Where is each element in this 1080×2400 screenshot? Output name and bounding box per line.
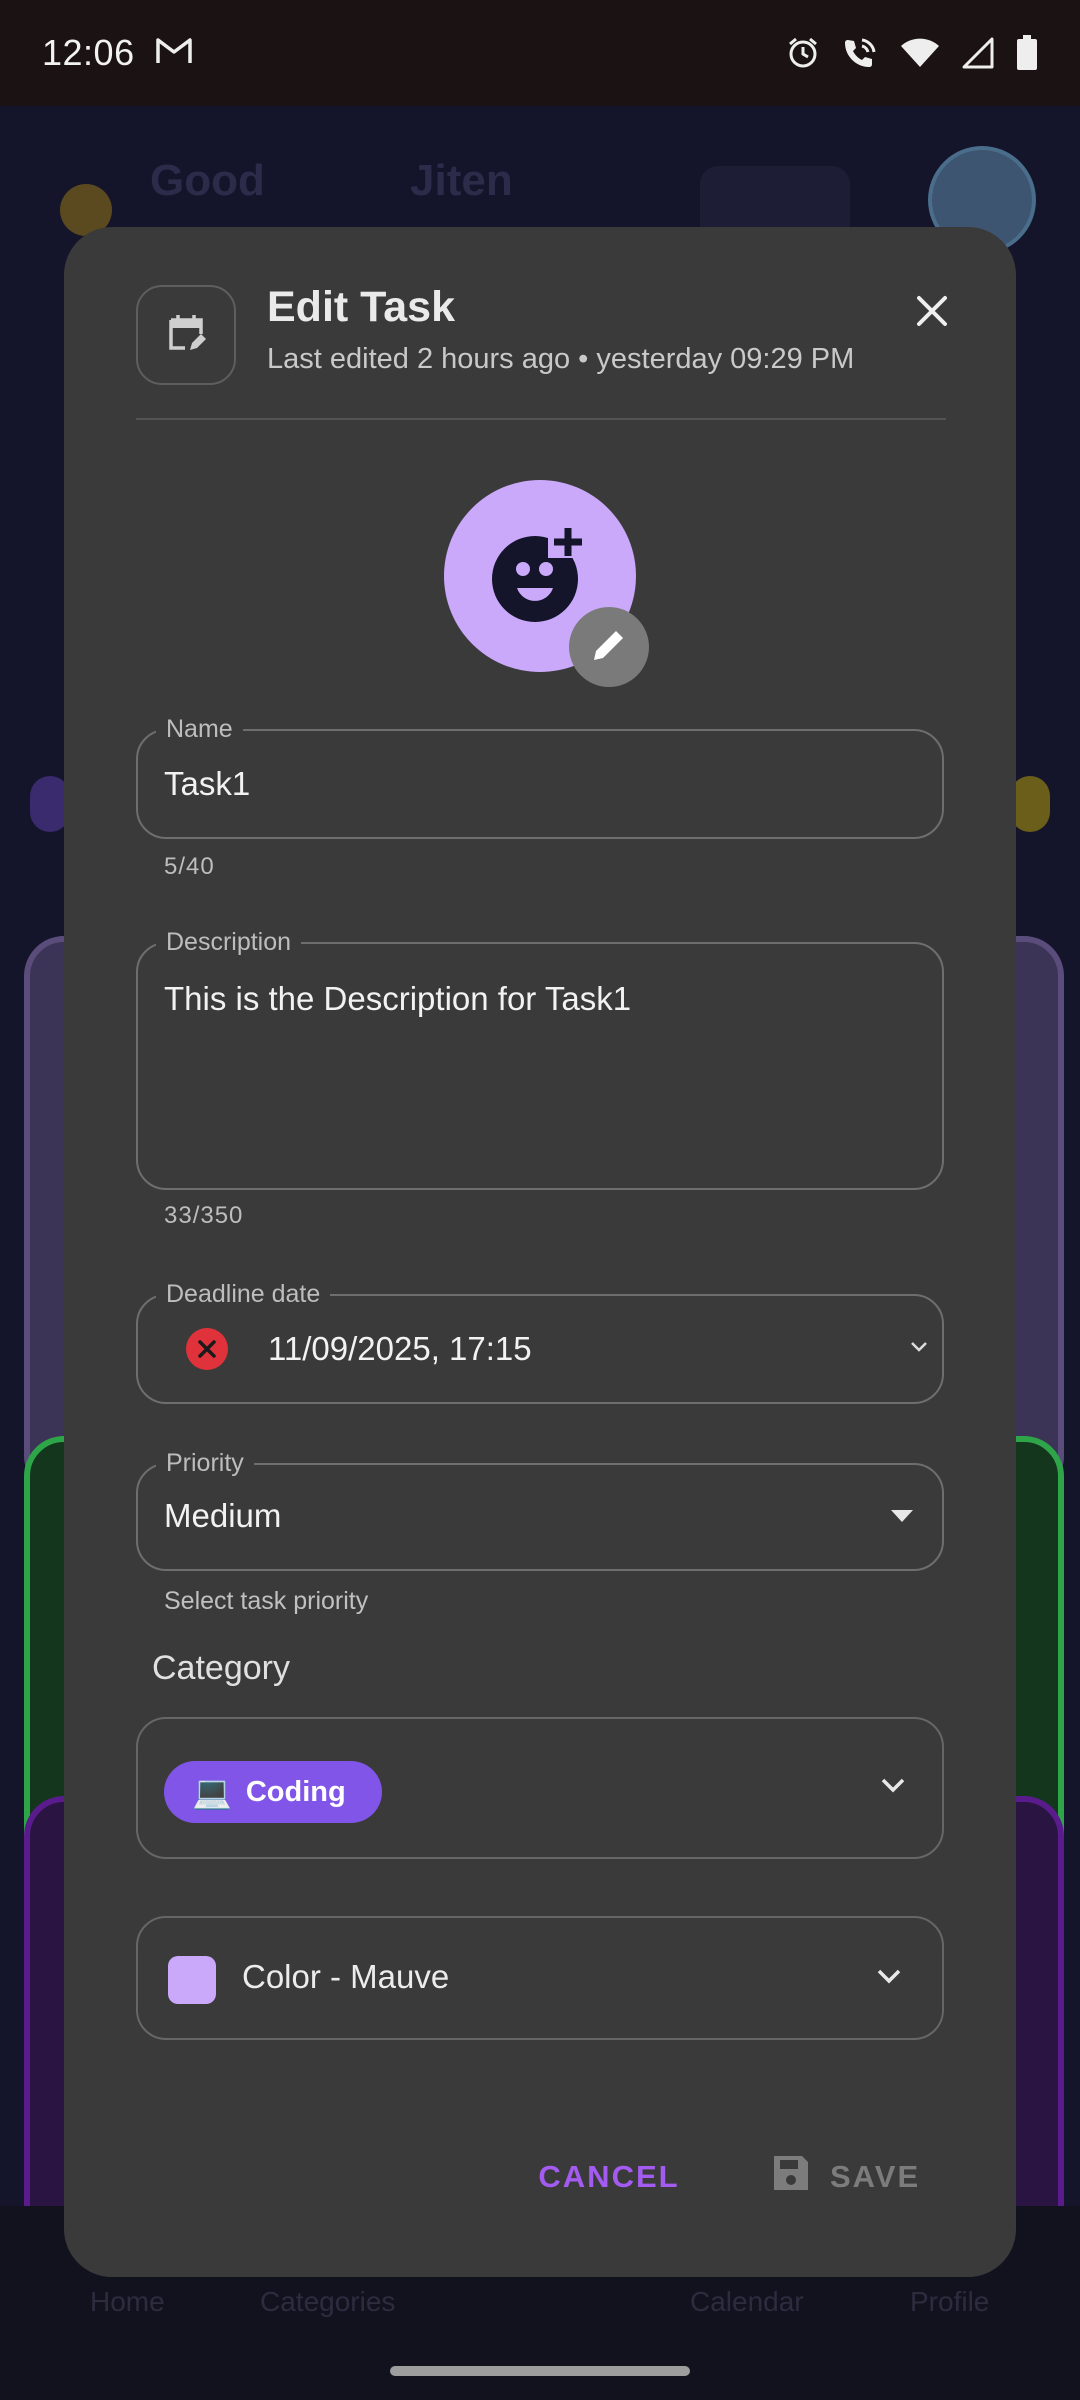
bg-indicator-right (1010, 776, 1050, 832)
category-chip[interactable]: 💻 Coding (164, 1761, 382, 1823)
save-icon (772, 2154, 810, 2200)
color-label: Color - Mauve (242, 1958, 450, 1995)
status-time: 12:06 (42, 32, 135, 73)
name-counter: 5/40 (164, 853, 215, 880)
name-input[interactable]: Task1 (164, 765, 250, 803)
color-dropdown[interactable]: Color - Mauve (136, 1916, 944, 2040)
category-emoji: 💻 (192, 1774, 232, 1810)
description-label: Description (156, 928, 302, 956)
dialog-title: Edit Task (267, 283, 455, 331)
gmail-icon (155, 36, 193, 71)
nav-label: Categories (260, 2286, 396, 2317)
header-icon-box (136, 285, 236, 385)
description-input[interactable]: This is the Description for Task1 (164, 980, 631, 1018)
priority-value: Medium (164, 1497, 282, 1534)
category-chip-label: Coding (245, 1775, 346, 1808)
home-indicator[interactable] (390, 2366, 690, 2376)
name-field[interactable]: Name Task1 (136, 715, 944, 839)
deadline-field[interactable]: Deadline date 11/09/2025, 17:15 (136, 1280, 944, 1404)
battery-icon (1016, 35, 1038, 71)
nav-label: Calendar (690, 2286, 804, 2317)
priority-label: Priority (156, 1449, 254, 1477)
description-field[interactable]: Description This is the Description for … (136, 928, 944, 1190)
save-label: SAVE (830, 2159, 921, 2194)
dropdown-arrow-icon (890, 1509, 914, 1523)
wifi-icon (900, 37, 940, 69)
cancel-button[interactable]: CANCEL (524, 2147, 694, 2207)
priority-helper-text: Select task priority (164, 1587, 369, 1615)
category-title: Category (152, 1649, 290, 1687)
signal-icon (962, 37, 994, 69)
deadline-label: Deadline date (156, 1280, 331, 1308)
wifi-call-icon (842, 36, 878, 70)
name-label: Name (156, 715, 243, 743)
close-button[interactable] (904, 285, 960, 341)
edit-emoji-button[interactable] (569, 607, 649, 687)
header-divider (136, 418, 946, 420)
nav-label: Home (90, 2286, 165, 2317)
description-counter: 33/350 (164, 1202, 244, 1229)
alarm-icon (786, 36, 820, 70)
nav-label: Profile (910, 2286, 990, 2317)
category-dropdown[interactable]: 💻 Coding (136, 1717, 944, 1859)
edit-task-dialog: Edit Task Last edited 2 hours ago • yest… (64, 227, 1016, 2277)
close-icon (915, 294, 949, 333)
status-bar: 12:06 (0, 0, 1080, 106)
chevron-down-icon (876, 1968, 902, 1986)
dialog-subtitle: Last edited 2 hours ago • yesterday 09:2… (267, 343, 855, 375)
calendar-edit-icon (163, 310, 209, 361)
color-swatch (168, 1956, 216, 2004)
priority-dropdown[interactable]: Priority Medium (136, 1449, 944, 1571)
deadline-value: 11/09/2025, 17:15 (268, 1330, 532, 1367)
save-button[interactable]: SAVE (772, 2147, 952, 2207)
add-emoji-icon (490, 524, 590, 629)
clear-deadline-icon[interactable] (186, 1328, 228, 1370)
chevron-down-icon (910, 1340, 928, 1354)
chevron-down-icon (880, 1777, 906, 1795)
pencil-icon (589, 625, 629, 670)
user-name: Jiten (410, 156, 513, 205)
greeting-text: Good (150, 156, 265, 205)
